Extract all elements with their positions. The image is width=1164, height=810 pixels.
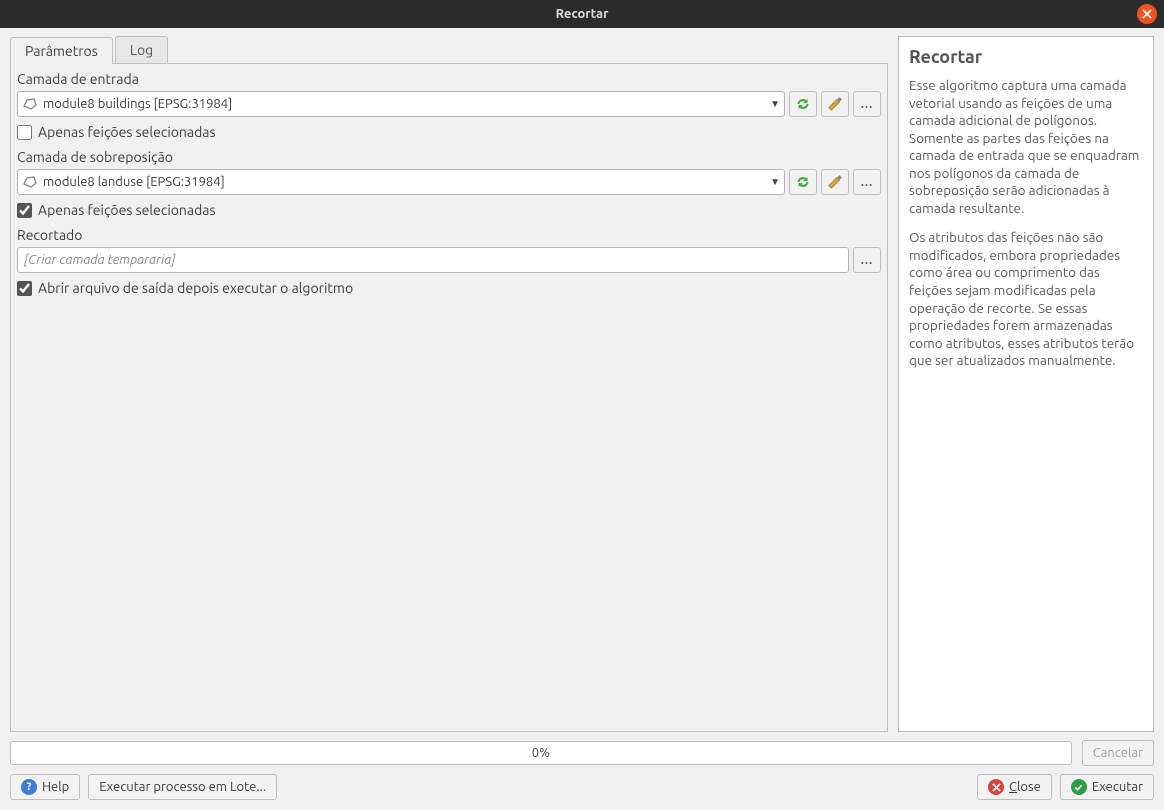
tab-bar: Parâmetros Log [10, 36, 888, 64]
progress-row: 0% Cancelar [10, 740, 1154, 766]
browse-overlay-button[interactable]: … [853, 169, 881, 195]
parameters-panel: Camada de entrada module8 buildings [EPS… [10, 64, 888, 732]
overlay-layer-row: module8 landuse [EPSG:31984] ▼ … [15, 167, 883, 197]
overlay-layer-label: Camada de sobreposição [15, 145, 883, 167]
close-button[interactable]: Close [977, 774, 1052, 800]
iterate-button[interactable] [789, 91, 817, 117]
help-button[interactable]: ? Help [10, 774, 80, 800]
browse-output-button[interactable]: … [853, 247, 881, 273]
clipped-placeholder: [Criar camada temporaria] [24, 253, 175, 267]
advanced-overlay-button[interactable] [821, 169, 849, 195]
chevron-down-icon: ▼ [770, 98, 780, 110]
polygon-layer-icon [22, 97, 38, 111]
selected-only-2-checkbox[interactable] [17, 203, 32, 218]
selected-only-1-row: Apenas feições selecionadas [15, 119, 883, 145]
input-layer-value: module8 buildings [EPSG:31984] [43, 97, 232, 111]
close-icon [988, 779, 1004, 795]
batch-button[interactable]: Executar processo em Lote... [88, 774, 277, 800]
titlebar: Recortar [0, 0, 1164, 28]
close-button-label: Close [1009, 780, 1041, 794]
open-output-label: Abrir arquivo de saída depois executar o… [38, 280, 353, 296]
bottom-buttons: ? Help Executar processo em Lote... Clos… [10, 774, 1154, 800]
help-paragraph-1: Esse algoritmo captura uma camada vetori… [909, 77, 1143, 217]
clipped-output-input[interactable]: [Criar camada temporaria] [17, 247, 849, 273]
selected-only-1-label: Apenas feições selecionadas [38, 124, 216, 140]
clipped-row: [Criar camada temporaria] … [15, 245, 883, 275]
browse-input-button[interactable]: … [853, 91, 881, 117]
dialog-body: Parâmetros Log Camada de entrada module8… [0, 28, 1164, 810]
chevron-down-icon: ▼ [770, 176, 780, 188]
help-paragraph-2: Os atributos das feições não são modific… [909, 229, 1143, 369]
progress-bar: 0% [10, 741, 1072, 765]
open-output-row: Abrir arquivo de saída depois executar o… [15, 275, 883, 301]
run-button-label: Executar [1092, 780, 1143, 794]
input-layer-row: module8 buildings [EPSG:31984] ▼ … [15, 89, 883, 119]
input-layer-dropdown[interactable]: module8 buildings [EPSG:31984] ▼ [17, 91, 785, 117]
overlay-layer-dropdown[interactable]: module8 landuse [EPSG:31984] ▼ [17, 169, 785, 195]
selected-only-1-checkbox[interactable] [17, 125, 32, 140]
polygon-layer-icon [22, 175, 38, 189]
advanced-options-button[interactable] [821, 91, 849, 117]
open-output-checkbox[interactable] [17, 281, 32, 296]
cancel-progress-button: Cancelar [1082, 740, 1154, 766]
help-icon: ? [21, 779, 37, 795]
selected-only-2-row: Apenas feições selecionadas [15, 197, 883, 223]
run-button[interactable]: Executar [1060, 774, 1154, 800]
help-button-label: Help [42, 780, 69, 794]
window-title: Recortar [556, 7, 609, 21]
progress-text: 0% [532, 746, 550, 760]
help-title: Recortar [909, 47, 1143, 67]
tab-log[interactable]: Log [115, 36, 168, 63]
selected-only-2-label: Apenas feições selecionadas [38, 202, 216, 218]
main-row: Parâmetros Log Camada de entrada module8… [10, 36, 1154, 732]
check-icon [1071, 779, 1087, 795]
window-close-button[interactable] [1137, 4, 1157, 24]
overlay-layer-value: module8 landuse [EPSG:31984] [43, 175, 225, 189]
help-panel: ◂ Recortar Esse algoritmo captura uma ca… [898, 36, 1154, 732]
clipped-label: Recortado [15, 223, 883, 245]
input-layer-label: Camada de entrada [15, 67, 883, 89]
tab-parameters[interactable]: Parâmetros [10, 37, 113, 64]
iterate-overlay-button[interactable] [789, 169, 817, 195]
left-column: Parâmetros Log Camada de entrada module8… [10, 36, 888, 732]
